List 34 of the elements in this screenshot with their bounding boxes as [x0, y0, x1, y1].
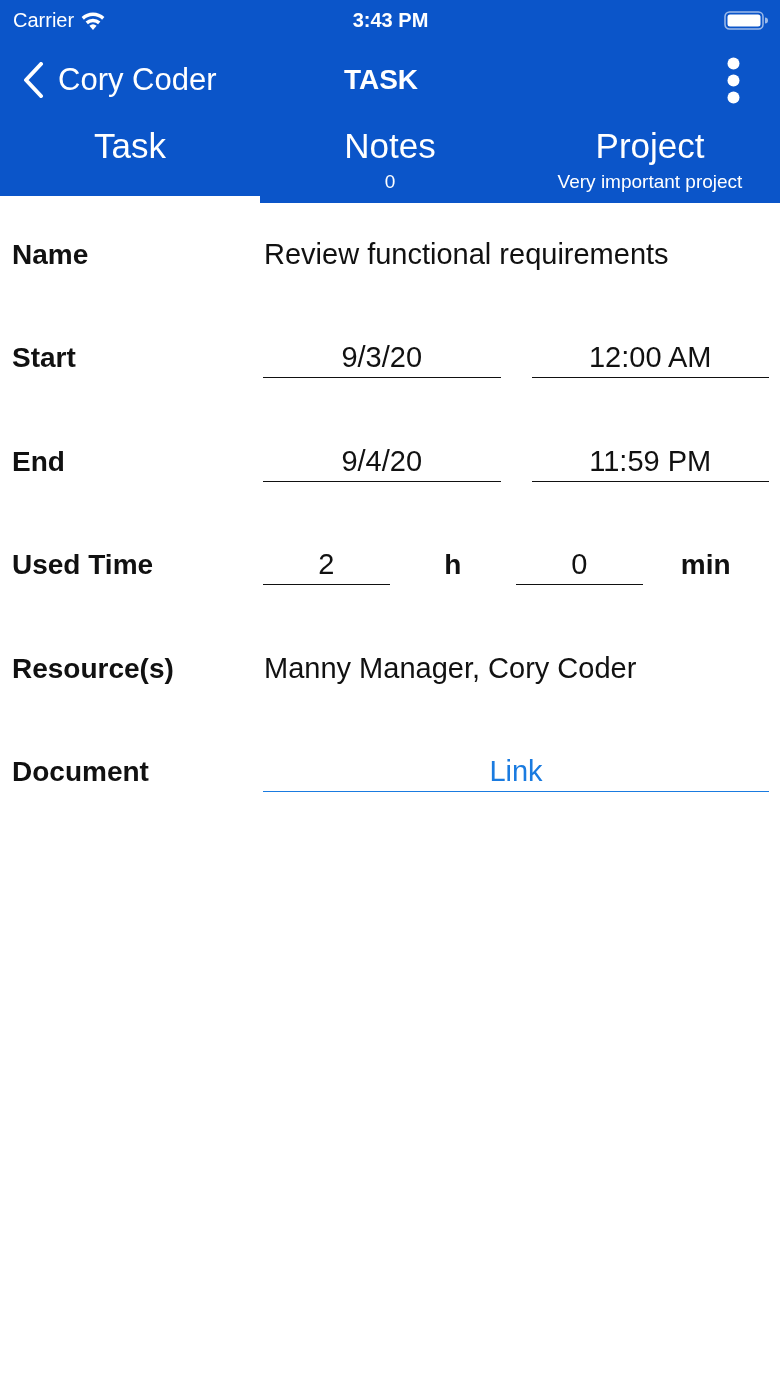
screen-title: TASK: [343, 64, 419, 96]
battery-icon: [724, 10, 768, 30]
field-label: Used Time: [12, 549, 155, 582]
more-button[interactable]: [727, 56, 740, 104]
back-button[interactable]: Cory Coder: [22, 62, 217, 98]
field-value: Review functional requirements: [263, 238, 670, 272]
tab-subtitle: Very important project: [557, 171, 743, 193]
tab-label: Project: [595, 125, 705, 167]
carrier-label: Carrier: [13, 8, 75, 32]
field-label: Resource(s): [12, 652, 175, 685]
field-label: End: [12, 445, 66, 478]
minutes-field[interactable]: 0: [516, 545, 643, 586]
back-chevron-icon: [22, 62, 44, 98]
time-field[interactable]: 12:00 AM: [531, 338, 769, 379]
tab-label: Task: [94, 125, 166, 167]
status-time: 3:43 PM: [352, 8, 429, 32]
field-label: Start: [12, 342, 77, 375]
unit-label: h: [444, 549, 462, 582]
tab-label: Notes: [344, 125, 436, 167]
more-menu-icon: [727, 56, 740, 104]
date-field[interactable]: 9/3/20: [263, 338, 501, 379]
hours-field[interactable]: 2: [263, 545, 390, 586]
field-label: Document: [12, 756, 150, 789]
wifi-icon: [80, 10, 107, 30]
date-field[interactable]: 9/4/20: [263, 441, 501, 482]
time-field[interactable]: 11:59 PM: [531, 441, 769, 482]
field-label: Name: [12, 238, 90, 271]
tab[interactable]: Task: [0, 120, 260, 203]
link-field[interactable]: Link: [263, 752, 769, 793]
unit-label: min: [680, 549, 731, 582]
field-value: Manny Manager, Cory Coder: [263, 652, 638, 686]
tab[interactable]: Notes 0: [260, 120, 520, 203]
tab-subtitle: 0: [384, 171, 396, 193]
tab[interactable]: Project Very important project: [520, 120, 780, 203]
